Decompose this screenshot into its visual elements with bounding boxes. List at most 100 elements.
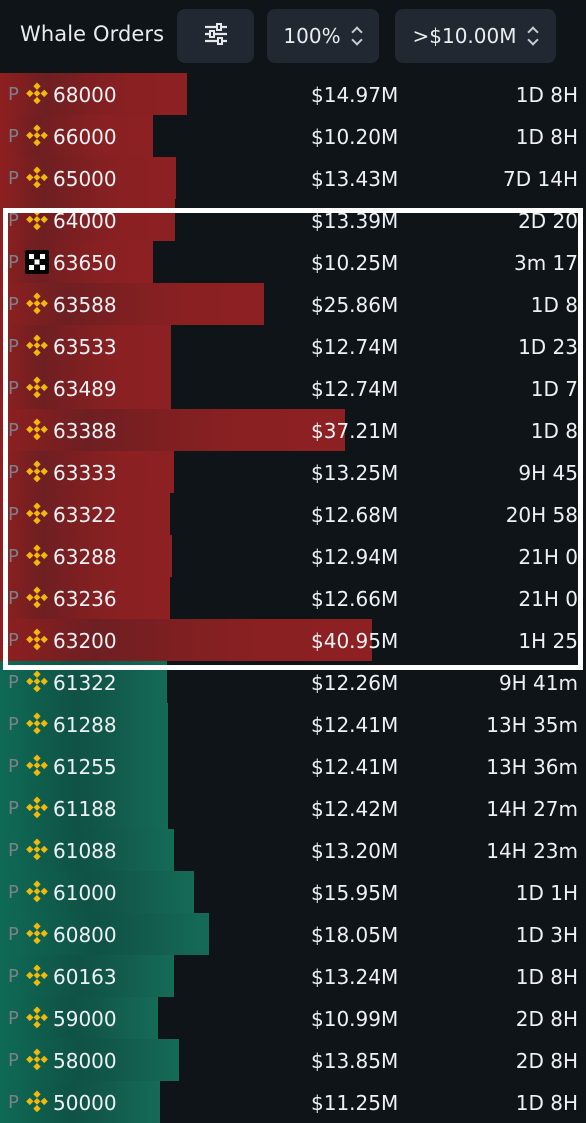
order-age: 7D 14H bbox=[503, 167, 578, 191]
order-amount: $10.20M bbox=[311, 125, 399, 149]
binance-logo-icon bbox=[25, 880, 49, 904]
order-price: 60163 bbox=[53, 965, 117, 989]
order-row[interactable]: P 61000 $15.95M 1D 1H bbox=[0, 871, 586, 913]
order-age: 13H 35m bbox=[486, 713, 578, 737]
threshold-value: >$10.00M bbox=[412, 24, 517, 48]
order-row[interactable]: P 63288 $12.94M 21H 0 bbox=[0, 535, 586, 577]
order-price: 61088 bbox=[53, 839, 117, 863]
order-prefix: P bbox=[8, 1092, 19, 1113]
binance-logo-icon bbox=[25, 208, 49, 232]
order-age: 1D 23 bbox=[518, 335, 578, 359]
order-prefix: P bbox=[8, 840, 19, 861]
order-prefix: P bbox=[8, 504, 19, 525]
order-row[interactable]: P 63333 $13.25M 9H 45 bbox=[0, 451, 586, 493]
binance-logo-icon bbox=[25, 1090, 49, 1114]
order-prefix: P bbox=[8, 798, 19, 819]
order-price: 63650 bbox=[53, 251, 117, 275]
order-row[interactable]: P 63489 $12.74M 1D 7 bbox=[0, 367, 586, 409]
order-price: 63288 bbox=[53, 545, 117, 569]
order-row[interactable]: P 61255 $12.41M 13H 36m bbox=[0, 745, 586, 787]
order-amount: $12.66M bbox=[311, 587, 399, 611]
whale-orders-list: P 68000 $14.97M 1D 8H P 66000 $10.20M 1D 8H P 650… bbox=[0, 73, 586, 1123]
order-row[interactable]: P 61088 $13.20M 14H 23m bbox=[0, 829, 586, 871]
ask-volume-bar bbox=[0, 409, 345, 451]
order-price: 61255 bbox=[53, 755, 117, 779]
order-row[interactable]: P 68000 $14.97M 1D 8H bbox=[0, 73, 586, 115]
filter-button[interactable] bbox=[177, 9, 254, 63]
binance-logo-icon bbox=[25, 754, 49, 778]
order-row[interactable]: P 63200 $40.95M 1H 25 bbox=[0, 619, 586, 661]
order-row[interactable]: P 60800 $18.05M 1D 3H bbox=[0, 913, 586, 955]
okx-logo-icon bbox=[25, 250, 49, 274]
order-amount: $13.24M bbox=[311, 965, 399, 989]
order-age: 14H 23m bbox=[486, 839, 578, 863]
order-age: 2D 8H bbox=[515, 1007, 578, 1031]
order-prefix: P bbox=[8, 126, 19, 147]
order-amount: $11.25M bbox=[311, 1091, 399, 1115]
order-prefix: P bbox=[8, 378, 19, 399]
order-row[interactable]: P 63650 $10.25M 3m 17 bbox=[0, 241, 586, 283]
order-price: 63388 bbox=[53, 419, 117, 443]
order-age: 21H 0 bbox=[518, 587, 578, 611]
order-row[interactable]: P 61188 $12.42M 14H 27m bbox=[0, 787, 586, 829]
order-price: 63588 bbox=[53, 293, 117, 317]
order-price: 61322 bbox=[53, 671, 117, 695]
order-row[interactable]: P 50000 $11.25M 1D 8H bbox=[0, 1081, 586, 1123]
threshold-select[interactable]: >$10.00M bbox=[395, 9, 556, 63]
order-age: 1D 3H bbox=[515, 923, 578, 947]
order-row[interactable]: P 63388 $37.21M 1D 8 bbox=[0, 409, 586, 451]
order-prefix: P bbox=[8, 924, 19, 945]
order-age: 1D 8H bbox=[515, 965, 578, 989]
binance-logo-icon bbox=[25, 1048, 49, 1072]
order-amount: $12.94M bbox=[311, 545, 399, 569]
order-price: 60800 bbox=[53, 923, 117, 947]
order-age: 1H 25 bbox=[518, 629, 578, 653]
binance-logo-icon bbox=[25, 964, 49, 988]
order-price: 50000 bbox=[53, 1091, 117, 1115]
order-prefix: P bbox=[8, 630, 19, 651]
order-age: 1D 8H bbox=[515, 1091, 578, 1115]
order-prefix: P bbox=[8, 756, 19, 777]
order-row[interactable]: P 58000 $13.85M 2D 8H bbox=[0, 1039, 586, 1081]
order-age: 1D 8H bbox=[515, 125, 578, 149]
order-price: 63236 bbox=[53, 587, 117, 611]
order-row[interactable]: P 66000 $10.20M 1D 8H bbox=[0, 115, 586, 157]
binance-logo-icon bbox=[25, 922, 49, 946]
order-price: 61188 bbox=[53, 797, 117, 821]
order-age: 1D 7 bbox=[530, 377, 578, 401]
order-row[interactable]: P 61322 $12.26M 9H 41m bbox=[0, 661, 586, 703]
order-amount: $12.74M bbox=[311, 377, 399, 401]
order-row[interactable]: P 64000 $13.39M 2D 20 bbox=[0, 199, 586, 241]
order-prefix: P bbox=[8, 546, 19, 567]
order-row[interactable]: P 63322 $12.68M 20H 58 bbox=[0, 493, 586, 535]
order-amount: $10.25M bbox=[311, 251, 399, 275]
order-amount: $12.41M bbox=[311, 713, 399, 737]
order-row[interactable]: P 59000 $10.99M 2D 8H bbox=[0, 997, 586, 1039]
binance-logo-icon bbox=[25, 82, 49, 106]
order-prefix: P bbox=[8, 714, 19, 735]
zoom-select[interactable]: 100% bbox=[267, 9, 379, 63]
updown-chevron-icon bbox=[527, 25, 539, 47]
order-amount: $40.95M bbox=[311, 629, 399, 653]
order-amount: $12.68M bbox=[311, 503, 399, 527]
order-prefix: P bbox=[8, 882, 19, 903]
binance-logo-icon bbox=[25, 1006, 49, 1030]
order-row[interactable]: P 60163 $13.24M 1D 8H bbox=[0, 955, 586, 997]
binance-logo-icon bbox=[25, 670, 49, 694]
order-age: 13H 36m bbox=[486, 755, 578, 779]
order-row[interactable]: P 63533 $12.74M 1D 23 bbox=[0, 325, 586, 367]
sliders-icon bbox=[203, 22, 229, 50]
order-age: 9H 45 bbox=[518, 461, 578, 485]
order-amount: $25.86M bbox=[311, 293, 399, 317]
binance-logo-icon bbox=[25, 292, 49, 316]
order-row[interactable]: P 65000 $13.43M 7D 14H bbox=[0, 157, 586, 199]
order-row[interactable]: P 63588 $25.86M 1D 8 bbox=[0, 283, 586, 325]
order-price: 63322 bbox=[53, 503, 117, 527]
order-price: 65000 bbox=[53, 167, 117, 191]
order-amount: $13.85M bbox=[311, 1049, 399, 1073]
order-age: 2D 8H bbox=[515, 1049, 578, 1073]
order-price: 59000 bbox=[53, 1007, 117, 1031]
order-row[interactable]: P 61288 $12.41M 13H 35m bbox=[0, 703, 586, 745]
order-row[interactable]: P 63236 $12.66M 21H 0 bbox=[0, 577, 586, 619]
order-price: 61000 bbox=[53, 881, 117, 905]
